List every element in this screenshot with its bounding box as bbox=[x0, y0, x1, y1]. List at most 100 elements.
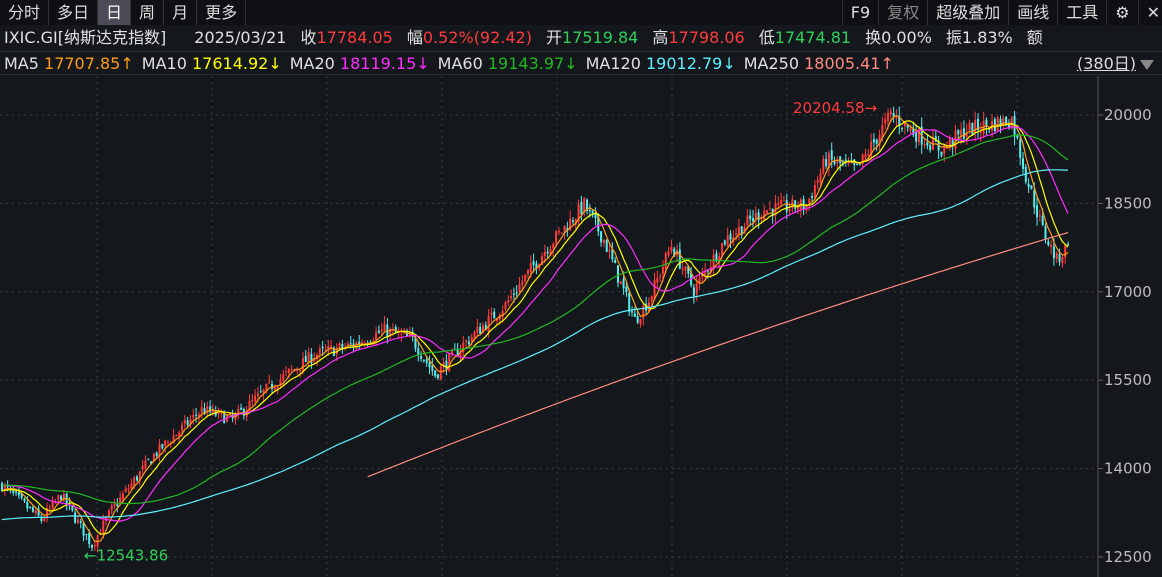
candle-body bbox=[195, 414, 198, 416]
ma-value: 19012.79↓ bbox=[646, 54, 736, 73]
y-tick-label: 12500 bbox=[1104, 548, 1152, 566]
candle-body bbox=[923, 143, 926, 145]
candle-body bbox=[872, 139, 875, 143]
candle-body bbox=[794, 200, 797, 209]
candle-body bbox=[290, 368, 293, 370]
candle-body bbox=[808, 198, 811, 204]
candle-body bbox=[166, 441, 169, 443]
candle-body bbox=[1055, 252, 1058, 260]
tab-2[interactable]: 日 bbox=[98, 0, 132, 25]
candle-body bbox=[737, 226, 740, 235]
candle-body bbox=[175, 434, 178, 437]
candle-body bbox=[1052, 246, 1055, 259]
candle-body bbox=[434, 370, 437, 377]
high-value: 17798.06 bbox=[668, 28, 745, 47]
settings-gear-icon[interactable]: ⚙ bbox=[1106, 0, 1137, 25]
candle-body bbox=[256, 393, 259, 397]
candle-body bbox=[588, 210, 591, 212]
candle-body bbox=[200, 406, 203, 413]
low-value: 17474.81 bbox=[774, 28, 852, 47]
candle-body bbox=[62, 493, 65, 502]
candle-body bbox=[529, 263, 532, 273]
candle-body bbox=[721, 243, 724, 256]
candle-body bbox=[636, 316, 639, 323]
candle-body bbox=[341, 344, 344, 349]
candle-body bbox=[467, 341, 470, 345]
candle-body bbox=[678, 249, 681, 269]
candle-body bbox=[543, 251, 546, 257]
candle-body bbox=[985, 119, 988, 126]
candle-body bbox=[1027, 183, 1030, 188]
candle-body bbox=[299, 369, 302, 372]
tab-0[interactable]: 分时 bbox=[0, 0, 50, 25]
candle-body bbox=[251, 399, 254, 402]
right-tools: F9 复权 超级叠加 画线 工具 ⚙ ✕ bbox=[841, 0, 1162, 25]
candle-body bbox=[301, 357, 304, 373]
close-icon[interactable]: ✕ bbox=[1137, 0, 1162, 25]
candle-body bbox=[667, 251, 670, 256]
tab-5[interactable]: 更多 bbox=[197, 0, 247, 25]
period-selector[interactable]: (380日) bbox=[1077, 52, 1136, 76]
tab-3[interactable]: 周 bbox=[131, 0, 165, 25]
candle-body bbox=[653, 280, 656, 299]
candle-body bbox=[1061, 257, 1064, 264]
candle-body bbox=[12, 490, 15, 493]
tool-button-0[interactable]: F9 bbox=[841, 0, 878, 25]
candle-body bbox=[420, 355, 423, 359]
candle-body bbox=[642, 305, 645, 319]
candle-body bbox=[88, 532, 91, 544]
candle-body bbox=[400, 333, 403, 335]
candle-body bbox=[133, 477, 136, 486]
candle-body bbox=[729, 233, 732, 240]
candle-body bbox=[507, 300, 510, 303]
tool-button-1[interactable]: 复权 bbox=[878, 0, 927, 25]
tool-button-4[interactable]: 工具 bbox=[1057, 0, 1106, 25]
candle-body bbox=[282, 374, 285, 380]
ma10-line bbox=[1, 120, 1069, 535]
candle-body bbox=[448, 353, 451, 372]
candle-body bbox=[656, 277, 659, 283]
candle-body bbox=[490, 312, 493, 316]
ma20-line bbox=[2, 126, 1069, 522]
candle-body bbox=[594, 213, 597, 218]
candle-body bbox=[186, 420, 189, 425]
candle-body bbox=[240, 407, 243, 410]
candle-body bbox=[124, 488, 127, 492]
quote-info-bar: IXIC.GI[纳斯达克指数] 2025/03/21 收 17784.05 幅 0.… bbox=[0, 26, 1162, 50]
ma-label: MA5 bbox=[4, 54, 45, 73]
candle-body bbox=[557, 230, 560, 233]
candle-body bbox=[847, 162, 850, 164]
candle-body bbox=[518, 284, 521, 293]
tab-4[interactable]: 月 bbox=[164, 0, 198, 25]
candle-body bbox=[751, 218, 754, 222]
candlestick-chart[interactable]: 12500 14000 15500 17000 18500 20000 20204.58→ ←… bbox=[0, 76, 1162, 577]
dropdown-triangle-icon[interactable] bbox=[1140, 60, 1154, 70]
candle-body bbox=[788, 209, 791, 212]
change-value: 0.52%(92.42) bbox=[422, 28, 532, 47]
candle-body bbox=[901, 127, 904, 129]
candle-body bbox=[560, 232, 563, 234]
open-label: 开 bbox=[545, 28, 562, 47]
candle-body bbox=[346, 343, 349, 346]
candle-body bbox=[130, 483, 133, 489]
candle-body bbox=[546, 251, 549, 254]
candle-body bbox=[512, 293, 515, 296]
candle-body bbox=[822, 158, 825, 174]
candle-body bbox=[1041, 215, 1044, 225]
open-value: 17519.84 bbox=[562, 28, 639, 47]
tool-button-3[interactable]: 画线 bbox=[1008, 0, 1057, 25]
candle-body bbox=[144, 460, 147, 468]
candle-body bbox=[192, 414, 195, 418]
candle-body bbox=[428, 362, 431, 368]
candle-body bbox=[1050, 244, 1053, 248]
candle-body bbox=[552, 243, 555, 249]
tab-1[interactable]: 多日 bbox=[49, 0, 99, 25]
candle-body bbox=[1033, 190, 1036, 208]
tool-button-2[interactable]: 超级叠加 bbox=[927, 0, 1008, 25]
candle-body bbox=[375, 332, 378, 341]
candle-body bbox=[844, 159, 847, 162]
candle-body bbox=[74, 512, 77, 523]
candle-body bbox=[625, 286, 628, 292]
turnover-label: 换 bbox=[865, 28, 882, 47]
change-label: 幅 bbox=[406, 28, 423, 47]
